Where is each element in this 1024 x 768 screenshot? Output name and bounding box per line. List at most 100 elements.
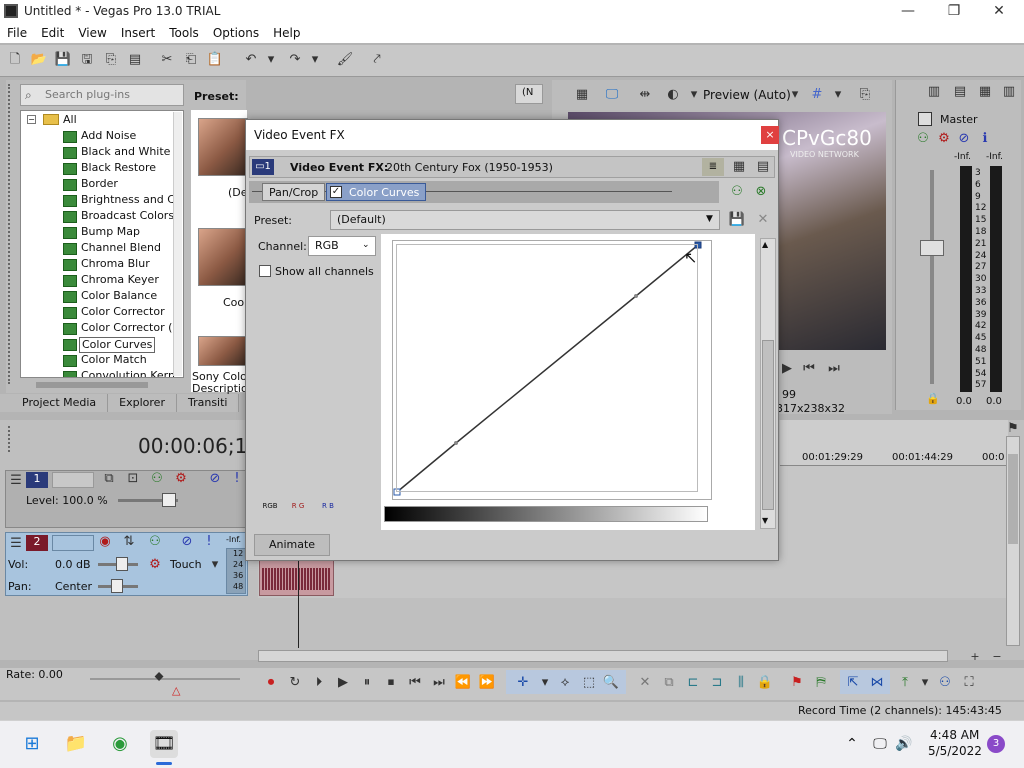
- chain-enable-checkbox-icon[interactable]: ✓: [330, 186, 342, 198]
- cut-icon[interactable]: ✂: [158, 51, 176, 69]
- scroll-up-icon[interactable]: ▲: [762, 240, 768, 249]
- ripple-edit-icon[interactable]: ⤒: [896, 674, 914, 692]
- show-all-channels-checkbox[interactable]: [259, 265, 271, 277]
- track2-arm-record-icon[interactable]: ◉: [96, 533, 114, 551]
- curve-graph[interactable]: [392, 240, 712, 500]
- go-to-end-icon[interactable]: ⏭: [430, 674, 448, 692]
- envelope-tool-icon[interactable]: ⟡: [556, 674, 574, 692]
- chrome-icon[interactable]: ◉: [106, 730, 134, 758]
- prev-frame-transport-icon[interactable]: ⏪: [454, 674, 472, 692]
- file-explorer-icon[interactable]: 📁: [62, 730, 90, 758]
- lock-envelopes-icon[interactable]: ⚇: [936, 674, 954, 692]
- mixer-insert-icon[interactable]: ▤: [951, 83, 969, 101]
- volume-icon[interactable]: 🔊: [890, 730, 918, 758]
- tray-chevron-icon[interactable]: ⌃: [838, 730, 866, 758]
- track2-pan-thumb[interactable]: [111, 579, 123, 593]
- insert-marker-icon[interactable]: ⚑: [788, 674, 806, 692]
- plugin-item[interactable]: Bump Map: [81, 225, 140, 241]
- master-fx-gear-icon[interactable]: ⚙: [935, 130, 953, 148]
- plugin-item[interactable]: Chroma Blur: [81, 257, 150, 273]
- preset-thumb-default[interactable]: [198, 118, 248, 176]
- mixer-props-icon[interactable]: ▥: [925, 83, 943, 101]
- menu-help[interactable]: Help: [266, 23, 307, 43]
- collapse-icon[interactable]: −: [27, 115, 36, 124]
- save-as-icon[interactable]: 🖫: [78, 51, 96, 69]
- timeline-hscroll[interactable]: [258, 650, 948, 662]
- plugin-item[interactable]: Color Curves: [79, 337, 156, 353]
- trim-start-icon[interactable]: ⊏: [684, 674, 702, 692]
- insert-region-icon[interactable]: ⛿: [812, 674, 830, 692]
- copy-snapshot-icon[interactable]: ⎘: [856, 86, 874, 104]
- track2-fx-chain-icon[interactable]: ⚇: [146, 533, 164, 551]
- ignore-grouping-icon[interactable]: ⛶: [960, 674, 978, 692]
- plugin-item[interactable]: Brightness and Co: [81, 193, 182, 209]
- next-frame-transport-icon[interactable]: ⏩: [478, 674, 496, 692]
- auto-crossfade-icon[interactable]: ⋈: [868, 674, 886, 692]
- play-icon[interactable]: ▶: [778, 360, 796, 378]
- edit-tool-dropdown-icon[interactable]: ▾: [536, 674, 554, 692]
- plugin-item[interactable]: Channel Blend: [81, 241, 161, 257]
- plugin-item[interactable]: Broadcast Colors: [81, 209, 174, 225]
- track1-fx-icon[interactable]: ⚙: [172, 470, 190, 488]
- track2-vol-thumb[interactable]: [116, 557, 128, 571]
- open-folder-icon[interactable]: 📂: [30, 51, 48, 69]
- split-screen-icon[interactable]: ⇹: [636, 86, 654, 104]
- save-icon[interactable]: 💾: [54, 51, 72, 69]
- menu-view[interactable]: View: [71, 23, 113, 43]
- normal-edit-tool-icon[interactable]: ✛: [514, 674, 532, 692]
- track1-motion-icon[interactable]: ⊡: [124, 470, 142, 488]
- chain-pan-crop[interactable]: Pan/Crop: [262, 183, 326, 201]
- fx-list-view-icon[interactable]: ≣: [702, 158, 724, 176]
- track2-invert-icon[interactable]: ⇅: [120, 533, 138, 551]
- whats-this-icon[interactable]: ⤤: [368, 51, 386, 69]
- undo-icon[interactable]: ↶: [242, 51, 260, 69]
- track2-automation-mode[interactable]: Touch: [170, 558, 202, 571]
- fx-remove-plugin-icon[interactable]: ⊗: [752, 183, 770, 201]
- properties-icon[interactable]: ▤: [126, 51, 144, 69]
- curve-point-2[interactable]: [454, 441, 458, 445]
- timeline-vscroll-thumb[interactable]: [1008, 454, 1018, 544]
- split-icon[interactable]: ⫼: [732, 674, 750, 692]
- tree-scrollbar[interactable]: [173, 112, 182, 376]
- zoom-in-icon[interactable]: +: [966, 648, 984, 666]
- plugin-item[interactable]: Color Corrector (S: [81, 321, 179, 337]
- clock-time[interactable]: 4:48 AM: [930, 728, 979, 742]
- dialog-preset-select[interactable]: (Default): [330, 210, 720, 230]
- start-windows-icon[interactable]: ⊞: [18, 730, 46, 758]
- preview-field-select[interactable]: (N: [515, 84, 543, 104]
- enable-snapping-icon[interactable]: ⇱: [844, 674, 862, 692]
- next-frame-icon[interactable]: ⏭: [825, 360, 843, 378]
- grid-icon[interactable]: #: [808, 86, 826, 104]
- clock-date[interactable]: 5/5/2022: [928, 744, 982, 758]
- lock-icon[interactable]: 🔒: [756, 674, 774, 692]
- preview-props-icon[interactable]: ▦: [573, 86, 591, 104]
- zoom-tool-icon[interactable]: 🔍: [602, 674, 620, 692]
- search-input[interactable]: Search plug-ins: [20, 84, 184, 106]
- play-from-start-icon[interactable]: ⏵: [310, 674, 328, 692]
- rate-slider-thumb-icon[interactable]: ⬥: [150, 668, 168, 686]
- zoom-out-icon[interactable]: −: [988, 648, 1006, 666]
- restore-button[interactable]: ❐: [940, 2, 968, 20]
- preset-thumb-cool[interactable]: [198, 228, 248, 286]
- ripple-dropdown-icon[interactable]: ▾: [916, 674, 934, 692]
- curve-point-start[interactable]: [393, 488, 401, 496]
- dialog-close-button[interactable]: ×: [761, 126, 779, 144]
- track1-mute-icon[interactable]: ⊘: [206, 470, 224, 488]
- scroll-down-icon[interactable]: ▼: [762, 516, 768, 525]
- track2-automation-dropdown-icon[interactable]: ▾: [206, 556, 224, 574]
- record-icon[interactable]: ⏺: [262, 674, 280, 692]
- redo-icon[interactable]: ↷: [286, 51, 304, 69]
- track2-name-field[interactable]: [52, 535, 94, 551]
- close-button[interactable]: ✕: [985, 2, 1013, 20]
- pause-icon[interactable]: ⏸: [358, 674, 376, 692]
- track2-solo-icon[interactable]: !: [200, 533, 218, 551]
- overlay-icon[interactable]: ◐: [664, 86, 682, 104]
- preview-quality-select[interactable]: Preview (Auto): [703, 88, 791, 102]
- plugin-item[interactable]: Black Restore: [81, 161, 156, 177]
- plugin-item[interactable]: Border: [81, 177, 118, 193]
- selection-tool-icon[interactable]: ⬚: [580, 674, 598, 692]
- stop-icon[interactable]: ⏹: [382, 674, 400, 692]
- master-info-icon[interactable]: ℹ: [976, 130, 994, 148]
- render-icon[interactable]: ⎘: [102, 51, 120, 69]
- track1-fx-chain-icon[interactable]: ⚇: [148, 470, 166, 488]
